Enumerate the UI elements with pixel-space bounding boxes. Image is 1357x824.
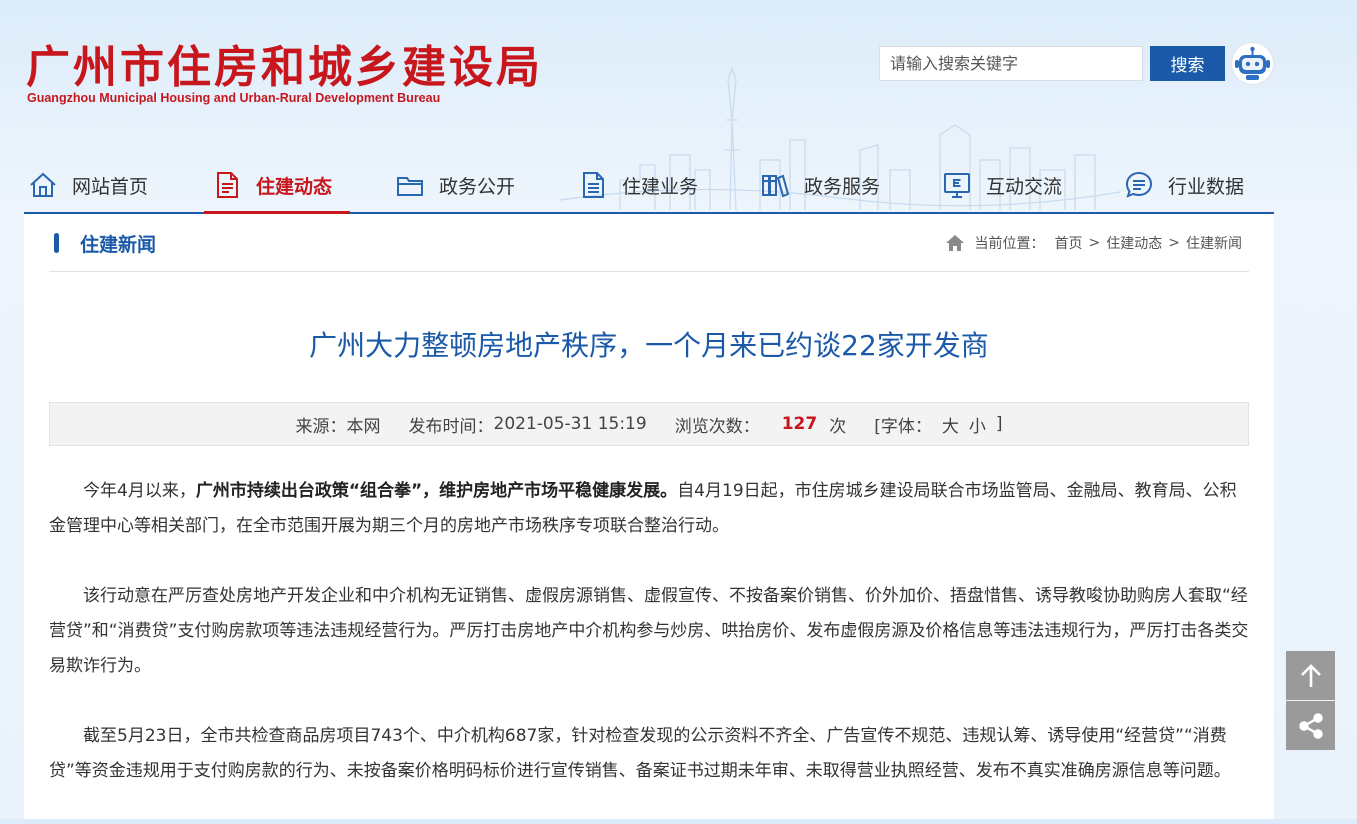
nav-item-label: 互动交流 — [986, 175, 1063, 198]
article-paragraph: 该行动意在严厉查处房地产开发企业和中介机构无证销售、虚假房源销售、虚假宣传、不按… — [49, 586, 1249, 676]
article-title: 广州大力整顿房地产秩序，一个月来已约谈22家开发商 — [309, 329, 989, 362]
article-body: 今年4月以来，广州市持续出台政策“组合拳”，维护房地产市场平稳健康发展。自4月1… — [49, 474, 1249, 824]
nav-item-label: 政务服务 — [804, 175, 881, 198]
nav-item-label: 政务公开 — [439, 175, 516, 198]
article-bold-text: 广州市持续出台政策“组合拳”，维护房地产市场平稳健康发展。 — [195, 481, 678, 501]
nav-item-news[interactable]: 住建动态 — [203, 158, 351, 214]
nav-item-gov-affairs[interactable]: 政务公开 — [395, 158, 515, 212]
nav-item-label: 住建动态 — [256, 175, 333, 198]
article-paragraph: 截至5月23日，全市共检查商品房项目743个、中介机构687家，针对检查发现的公… — [49, 726, 1231, 781]
article-meta: 来源： 本网 发布时间： 2021-05-31 15:19 浏览次数： 127 … — [49, 402, 1249, 446]
robot-assistant-icon[interactable] — [1230, 41, 1275, 86]
breadcrumb-home-icon — [945, 235, 964, 251]
source-value: 本网 — [346, 416, 381, 437]
main-navigation: 网站首页 住建动态 政务公开 住建业务 政务服务 互动交流 行业数据 — [24, 158, 1274, 214]
section-marker — [54, 233, 59, 253]
font-size-label: [字体： — [874, 416, 932, 437]
nav-item-interaction[interactable]: 互动交流 — [942, 158, 1062, 212]
folder-icon — [397, 177, 423, 196]
content-panel: 住建新闻 当前位置： 首页 > 住建动态 > 住建新闻 广州大力整顿房地产秩序，… — [24, 214, 1274, 819]
breadcrumb-news-trends[interactable]: 住建动态 — [1106, 233, 1162, 253]
site-logo-english: Guangzhou Municipal Housing and Urban-Ru… — [27, 91, 441, 105]
site-logo-chinese[interactable]: 广州市住房和城乡建设局 — [26, 40, 543, 96]
nav-item-industry-data[interactable]: 行业数据 — [1124, 158, 1244, 212]
share-icon — [1298, 712, 1323, 739]
chat-list-icon — [1125, 171, 1153, 198]
breadcrumb-home[interactable]: 首页 — [1055, 233, 1083, 253]
breadcrumb-separator: > — [1168, 235, 1180, 251]
nav-item-services[interactable]: 政务服务 — [760, 158, 880, 212]
nav-item-business[interactable]: 住建业务 — [578, 158, 698, 212]
search-button[interactable]: 搜索 — [1150, 46, 1225, 81]
divider — [49, 271, 1249, 272]
font-size-close: ] — [995, 414, 1003, 434]
share-button[interactable] — [1286, 701, 1335, 750]
home-icon — [30, 172, 56, 197]
arrow-up-icon — [1300, 663, 1321, 687]
breadcrumb-separator: > — [1088, 235, 1101, 251]
article-paragraph: 今年4月以来，广州市持续出台政策“组合拳”，维护房地产市场平稳健康发展。自4月1… — [49, 481, 1237, 536]
books-icon — [762, 174, 790, 198]
views-count: 127 — [781, 414, 818, 434]
views-label: 浏览次数： — [674, 416, 760, 437]
monitor-e-icon — [944, 173, 970, 198]
breadcrumb: 当前位置： 首页 > 住建动态 > 住建新闻 — [945, 233, 1242, 253]
breadcrumb-label: 当前位置： — [974, 236, 1045, 252]
document-icon — [217, 172, 238, 198]
breadcrumb-news[interactable]: 住建新闻 — [1186, 233, 1242, 253]
time-value: 2021-05-31 15:19 — [493, 414, 647, 434]
search-input[interactable] — [879, 46, 1143, 81]
nav-item-home[interactable]: 网站首页 — [28, 158, 148, 212]
file-list-icon — [583, 172, 604, 198]
section-title: 住建新闻 — [80, 234, 157, 256]
font-size-large[interactable]: 大 — [942, 412, 959, 437]
source-label: 来源： — [295, 416, 347, 437]
nav-item-label: 行业数据 — [1168, 175, 1245, 198]
nav-item-label: 网站首页 — [72, 175, 149, 198]
nav-item-label: 住建业务 — [622, 175, 699, 198]
back-to-top-button[interactable] — [1286, 651, 1335, 700]
views-unit: 次 — [829, 416, 847, 437]
time-label: 发布时间： — [408, 416, 494, 437]
font-size-small[interactable]: 小 — [969, 412, 986, 437]
